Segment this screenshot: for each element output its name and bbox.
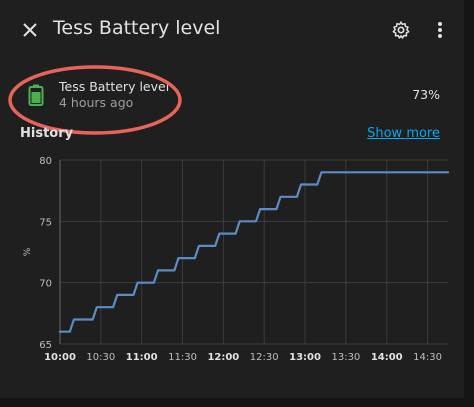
x-tick-label: 12:00	[207, 352, 239, 363]
x-tick-label: 11:00	[126, 352, 158, 363]
settings-button[interactable]	[386, 15, 416, 45]
y-tick-label: 80	[39, 156, 52, 167]
x-tick-label: 12:30	[250, 352, 279, 363]
entity-dialog: Tess Battery level Tess Battery level 4 …	[0, 0, 465, 398]
x-tick-label: 10:00	[44, 352, 76, 363]
background-edge	[464, 0, 474, 407]
series-line	[58, 171, 450, 333]
y-tick-label: 70	[39, 279, 52, 290]
x-tick-label: 13:30	[331, 352, 360, 363]
history-chart: 65 70 75 80 10:00 10:30 11:00 11:30 12:00 12:30 13…	[23, 156, 450, 363]
background-edge-bottom	[0, 398, 474, 407]
y-axis-label: %	[23, 247, 33, 256]
close-icon	[23, 23, 37, 37]
x-tick-label: 14:30	[413, 352, 442, 363]
y-tick-label: 75	[39, 217, 52, 228]
show-more-link[interactable]: Show more	[367, 126, 440, 141]
x-tick-label: 14:00	[371, 352, 403, 363]
more-options-button[interactable]	[425, 15, 455, 45]
x-tick-label: 11:30	[168, 352, 197, 363]
close-button[interactable]	[15, 15, 45, 45]
history-heading: History	[20, 126, 74, 141]
x-tick-label: 13:00	[289, 352, 321, 363]
dialog-title: Tess Battery level	[53, 17, 221, 39]
dialog-header: Tess Battery level	[0, 0, 464, 60]
y-tick-label: 65	[39, 340, 52, 351]
more-vertical-icon	[438, 22, 442, 38]
x-tick-label: 10:30	[86, 352, 115, 363]
gear-icon	[392, 21, 410, 39]
entity-state-value: 73%	[412, 87, 440, 102]
